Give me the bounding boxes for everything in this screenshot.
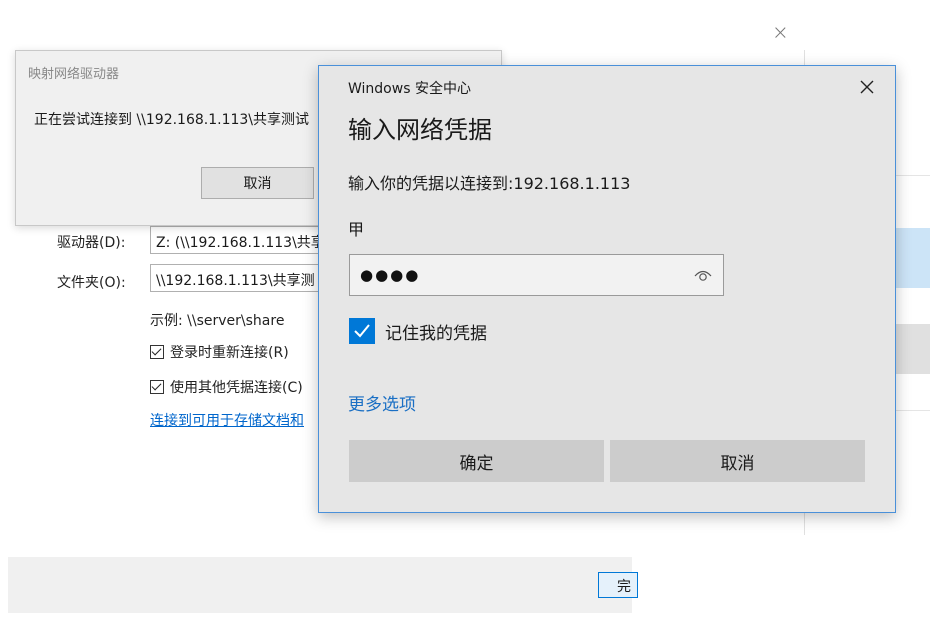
ok-button[interactable]: 确定 — [349, 440, 604, 482]
example-text: 示例: \\server\share — [150, 313, 285, 329]
more-options-link[interactable]: 更多选项 — [348, 390, 416, 415]
close-icon[interactable] — [854, 74, 880, 100]
cancel-button[interactable]: 取消 — [610, 440, 865, 482]
divider — [895, 175, 930, 176]
remember-credentials-checkbox[interactable]: 记住我的凭据 — [349, 318, 487, 344]
password-field[interactable]: ●●●● — [349, 254, 724, 296]
list-item[interactable] — [895, 324, 930, 374]
drive-label: 驱动器(D): — [57, 235, 126, 251]
reveal-password-eye-icon[interactable] — [693, 265, 713, 285]
credentials-dialog: Windows 安全中心 输入网络凭据 输入你的凭据以连接到:192.168.1… — [318, 65, 896, 513]
dialog-heading: 输入网络凭据 — [348, 116, 492, 144]
checkbox-check-icon — [150, 345, 164, 359]
reconnect-checkbox[interactable]: 登录时重新连接(R) — [150, 342, 289, 362]
other-credentials-label: 使用其他凭据连接(C) — [170, 380, 303, 396]
connecting-message: 正在尝试连接到 \\192.168.1.113\共享测试 — [34, 112, 310, 128]
checkmark-icon — [349, 318, 375, 344]
password-value: ●●●● — [360, 266, 421, 284]
dialog-title: 映射网络驱动器 — [28, 67, 120, 82]
other-credentials-checkbox[interactable]: 使用其他凭据连接(C) — [150, 377, 303, 397]
drive-select[interactable]: Z: (\\192.168.1.113\共享 — [150, 226, 330, 254]
checkbox-check-icon — [150, 380, 164, 394]
dialog-app-title: Windows 安全中心 — [348, 81, 471, 97]
folder-label: 文件夹(O): — [57, 275, 126, 291]
divider — [895, 410, 930, 411]
wizard-close-icon[interactable]: × — [772, 20, 789, 44]
cancel-button[interactable]: 取消 — [201, 167, 314, 199]
finish-button[interactable]: 完 — [598, 572, 638, 598]
storage-link[interactable]: 连接到可用于存储文档和 — [150, 410, 304, 430]
wizard-footer — [8, 557, 632, 613]
selected-item[interactable] — [895, 228, 930, 288]
folder-input[interactable]: \\192.168.1.113\共享测 — [150, 264, 330, 292]
remember-label: 记住我的凭据 — [385, 323, 487, 344]
reconnect-label: 登录时重新连接(R) — [170, 345, 289, 361]
username-display: 甲 — [348, 220, 365, 239]
connection-target-text: 输入你的凭据以连接到:192.168.1.113 — [348, 174, 631, 193]
